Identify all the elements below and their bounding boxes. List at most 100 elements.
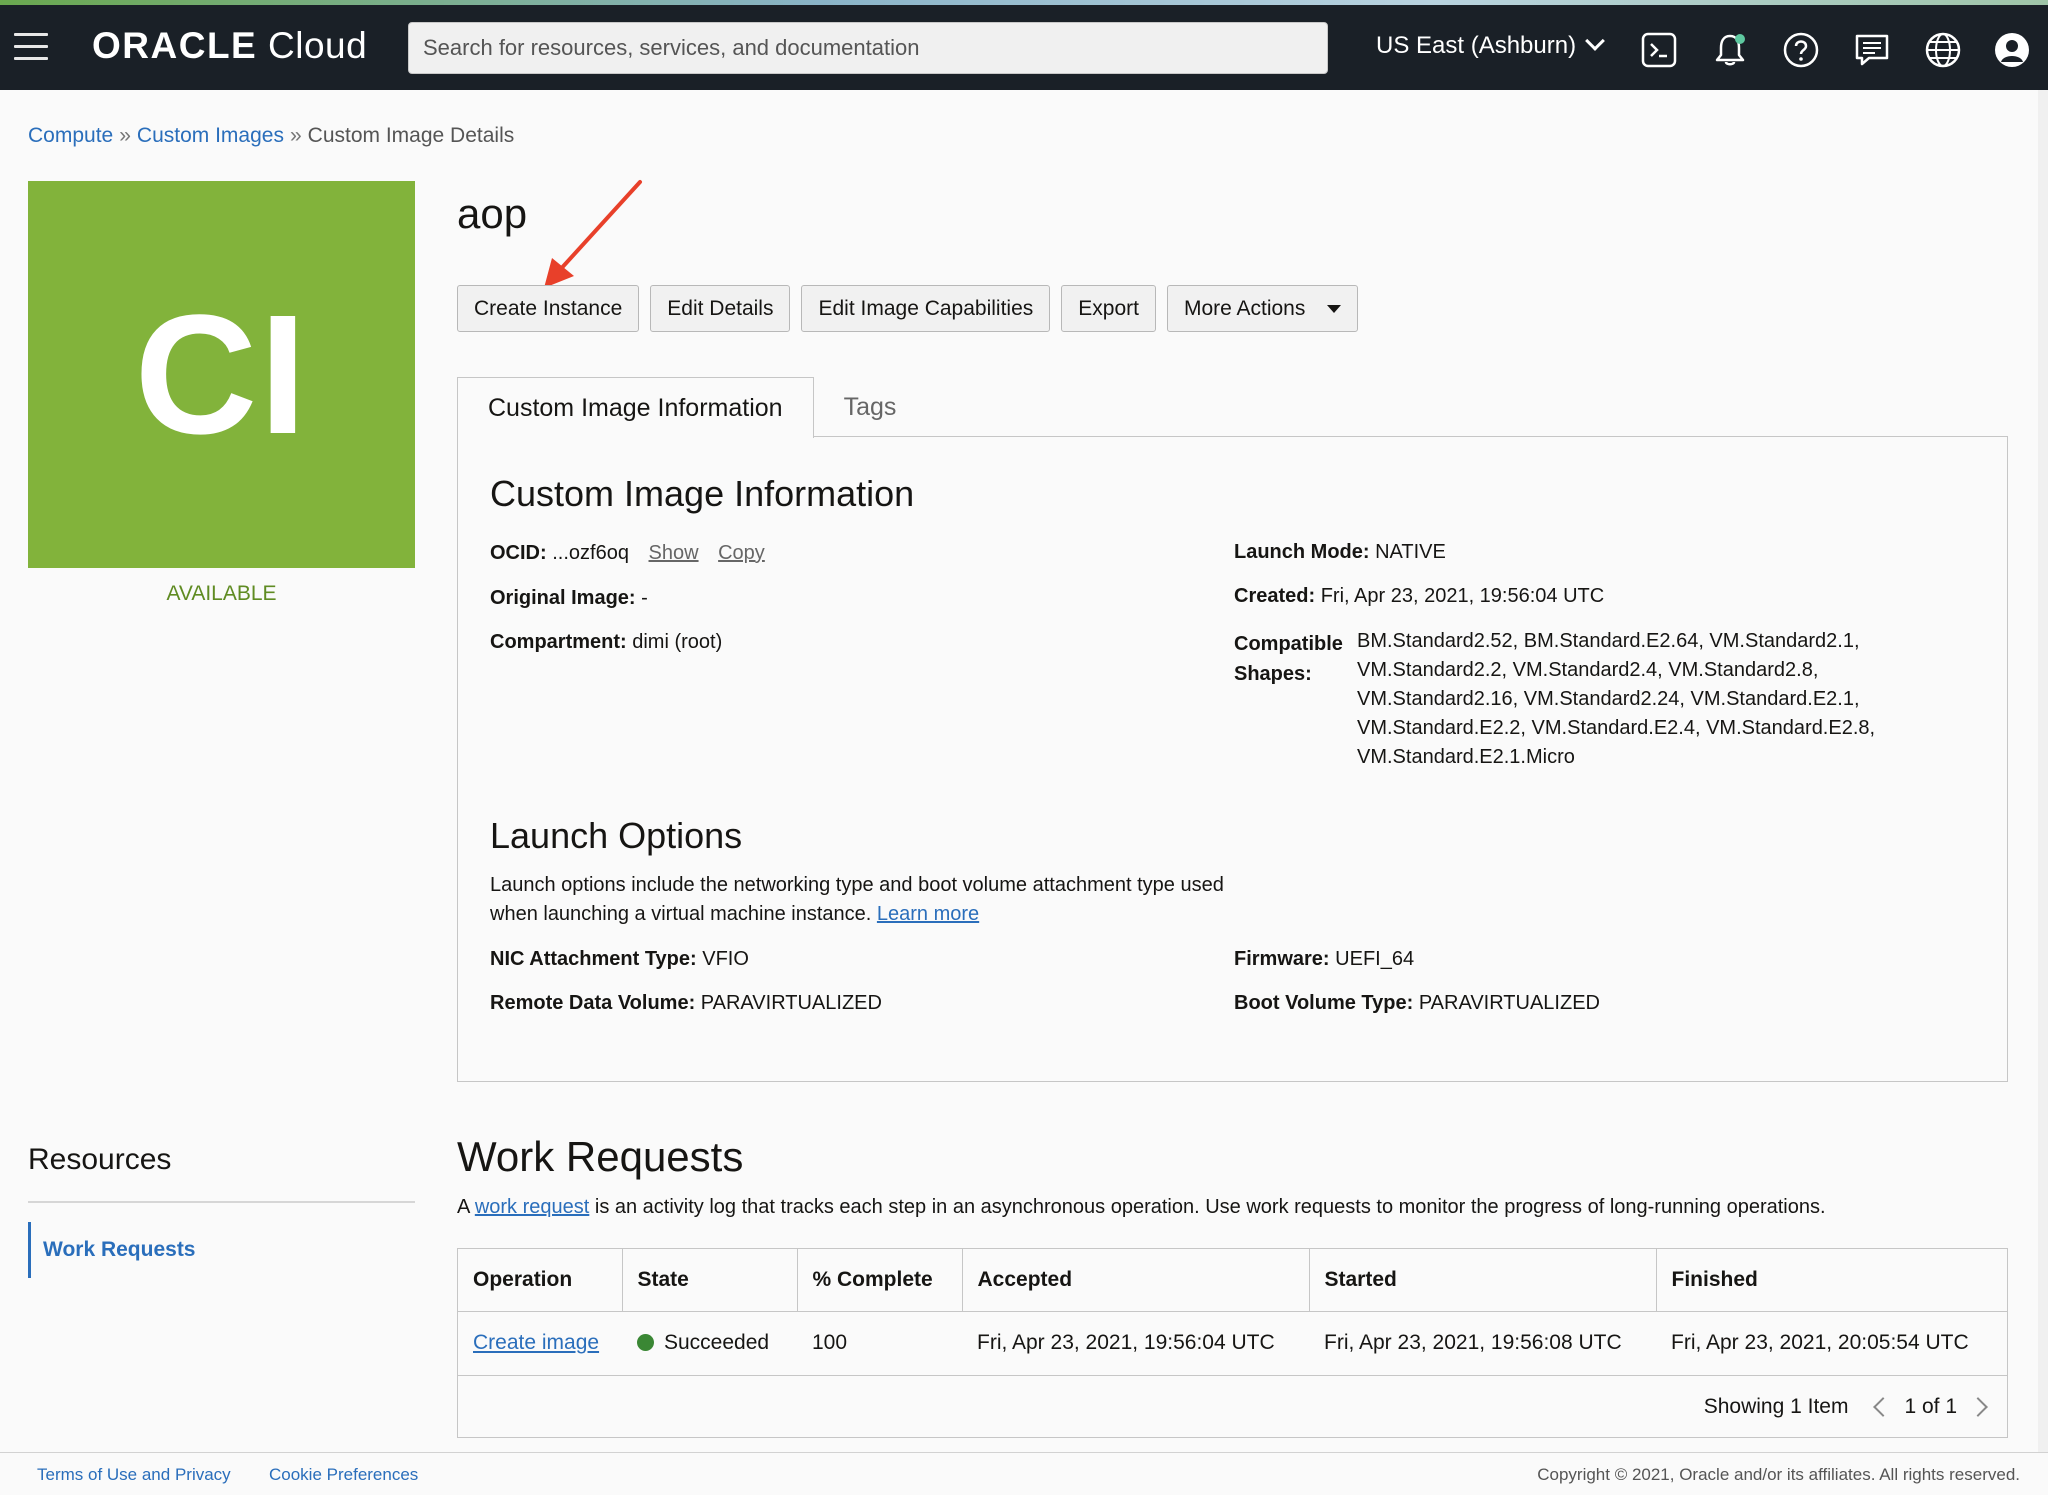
compatible-shapes-value: BM.Standard2.52, BM.Standard.E2.64, VM.S…: [1357, 630, 1876, 768]
cell-finished: Fri, Apr 23, 2021, 20:05:54 UTC: [1656, 1311, 2007, 1376]
created-value: Fri, Apr 23, 2021, 19:56:04 UTC: [1320, 585, 1605, 607]
column-header-accepted[interactable]: Accepted: [962, 1249, 1310, 1312]
annotation-arrow-icon: [544, 180, 642, 288]
remote-data-volume-value: PARAVIRTUALIZED: [700, 992, 882, 1014]
created-field: Created: Fri, Apr 23, 2021, 19:56:04 UTC: [1234, 585, 1604, 608]
footer: Terms of Use and Privacy Cookie Preferen…: [0, 1452, 2048, 1495]
remote-data-volume-label: Remote Data Volume:: [490, 992, 696, 1014]
firmware-label: Firmware:: [1234, 948, 1330, 970]
compatible-shapes-label-line2: Shapes:: [1234, 663, 1312, 685]
export-button[interactable]: Export: [1061, 285, 1156, 332]
hamburger-menu-icon[interactable]: [14, 33, 48, 61]
succeeded-status-icon: [637, 1334, 654, 1351]
tab-bar: Custom Image Information Tags: [457, 377, 926, 438]
boot-volume-type-value: PARAVIRTUALIZED: [1418, 992, 1600, 1014]
compartment-value: dimi (root): [632, 631, 723, 653]
status-badge: AVAILABLE: [166, 582, 277, 605]
oracle-cloud-logo[interactable]: ORACLE Cloud: [92, 25, 367, 67]
column-header-state[interactable]: State: [622, 1249, 798, 1312]
ocid-field: OCID: ...ozf6oq Show Copy: [490, 542, 765, 565]
caret-down-icon: [1327, 304, 1342, 313]
launch-options-heading: Launch Options: [490, 815, 743, 856]
page-indicator: 1 of 1: [1904, 1395, 1957, 1418]
search-input[interactable]: [408, 22, 1328, 74]
firmware-field: Firmware: UEFI_64: [1234, 948, 1414, 971]
launch-mode-label: Launch Mode:: [1234, 541, 1370, 563]
action-bar: Create Instance Edit Details Edit Image …: [457, 285, 1359, 332]
learn-more-link[interactable]: Learn more: [877, 903, 979, 925]
resources-heading: Resources: [28, 1143, 172, 1176]
user-icon[interactable]: [1993, 31, 2031, 69]
state-value: Succeeded: [664, 1331, 770, 1354]
table-row: Create image Succeeded 100 Fri, Apr 23, …: [458, 1311, 2007, 1376]
page-title: aop: [457, 190, 528, 237]
created-label: Created:: [1234, 585, 1316, 607]
page-scrollbar[interactable]: [2038, 90, 2048, 1452]
pagination: Showing 1 Item 1 of 1: [1703, 1395, 1988, 1419]
cell-state: Succeeded: [622, 1311, 797, 1376]
column-header-started[interactable]: Started: [1309, 1249, 1657, 1312]
column-header-operation[interactable]: Operation: [458, 1249, 623, 1312]
create-image-link[interactable]: Create image: [473, 1331, 599, 1354]
original-image-label: Original Image:: [490, 587, 636, 609]
cell-complete: 100: [797, 1311, 962, 1376]
region-selector[interactable]: US East (Ashburn): [1376, 31, 1605, 60]
breadcrumb-current: Custom Image Details: [307, 124, 515, 147]
column-header-finished[interactable]: Finished: [1656, 1249, 2007, 1312]
compartment-label: Compartment:: [490, 631, 627, 653]
breadcrumb-custom-images[interactable]: Custom Images: [137, 124, 284, 147]
cookie-preferences-link[interactable]: Cookie Preferences: [269, 1465, 418, 1485]
help-icon[interactable]: [1782, 31, 1820, 69]
tab-custom-image-information[interactable]: Custom Image Information: [457, 377, 814, 438]
chevron-right-icon[interactable]: [1968, 1397, 1988, 1417]
info-panel: Custom Image Information OCID: ...ozf6oq…: [457, 436, 2008, 1082]
cell-started: Fri, Apr 23, 2021, 19:56:08 UTC: [1309, 1311, 1656, 1376]
compatible-shapes-label-line1: Compatible: [1234, 633, 1343, 655]
chat-icon[interactable]: [1853, 31, 1891, 69]
nic-attachment-label: NIC Attachment Type:: [490, 948, 697, 970]
ocid-value: ...ozf6oq: [552, 542, 629, 564]
bell-icon[interactable]: [1711, 31, 1749, 69]
showing-count: Showing 1 Item: [1703, 1395, 1849, 1418]
remote-data-volume-field: Remote Data Volume: PARAVIRTUALIZED: [490, 992, 882, 1015]
column-header-complete[interactable]: % Complete: [797, 1249, 963, 1312]
launch-mode-field: Launch Mode: NATIVE: [1234, 541, 1446, 564]
image-tile: CI: [28, 181, 415, 568]
ocid-show-link[interactable]: Show: [649, 542, 699, 564]
copyright-text: Copyright © 2021, Oracle and/or its affi…: [1537, 1465, 2020, 1484]
cell-operation: Create image: [458, 1311, 622, 1376]
region-label: US East (Ashburn): [1376, 32, 1577, 59]
create-instance-button[interactable]: Create Instance: [457, 285, 640, 332]
tab-tags[interactable]: Tags: [814, 377, 927, 437]
nic-attachment-field: NIC Attachment Type: VFIO: [490, 948, 749, 971]
chevron-left-icon[interactable]: [1873, 1397, 1894, 1417]
compartment-field: Compartment: dimi (root): [490, 631, 722, 654]
breadcrumb-separator: »: [289, 124, 302, 147]
brand-strong: ORACLE: [92, 25, 258, 66]
more-actions-button[interactable]: More Actions: [1166, 285, 1359, 332]
compatible-shapes-label: Compatible Shapes:: [1234, 629, 1343, 689]
edit-image-capabilities-button[interactable]: Edit Image Capabilities: [801, 285, 1051, 332]
terms-link[interactable]: Terms of Use and Privacy: [37, 1465, 231, 1485]
breadcrumb-compute[interactable]: Compute: [28, 124, 113, 147]
globe-icon[interactable]: [1924, 31, 1962, 69]
launch-options-text: Launch options include the networking ty…: [490, 874, 1224, 925]
cell-accepted: Fri, Apr 23, 2021, 19:56:04 UTC: [962, 1311, 1309, 1376]
work-requests-description: A work request is an activity log that t…: [457, 1196, 1826, 1219]
original-image-value: -: [641, 587, 648, 609]
edit-details-button[interactable]: Edit Details: [650, 285, 791, 332]
boot-volume-type-field: Boot Volume Type: PARAVIRTUALIZED: [1234, 992, 1600, 1015]
table-header-row: Operation State % Complete Accepted Star…: [458, 1249, 2007, 1312]
boot-volume-type-label: Boot Volume Type:: [1234, 992, 1414, 1014]
terminal-icon[interactable]: [1640, 31, 1678, 69]
ocid-copy-link[interactable]: Copy: [718, 542, 765, 564]
wr-desc-suffix: is an activity log that tracks each step…: [594, 1196, 1826, 1218]
more-actions-label: More Actions: [1183, 296, 1306, 320]
original-image-field: Original Image: -: [490, 587, 648, 610]
sidebar-item-work-requests[interactable]: Work Requests: [28, 1222, 196, 1278]
ocid-label: OCID:: [490, 542, 547, 564]
resources-divider: [28, 1201, 415, 1203]
nic-attachment-value: VFIO: [702, 948, 749, 970]
breadcrumb: Compute» Custom Images» Custom Image Detai…: [28, 124, 514, 148]
work-request-link[interactable]: work request: [475, 1196, 590, 1218]
